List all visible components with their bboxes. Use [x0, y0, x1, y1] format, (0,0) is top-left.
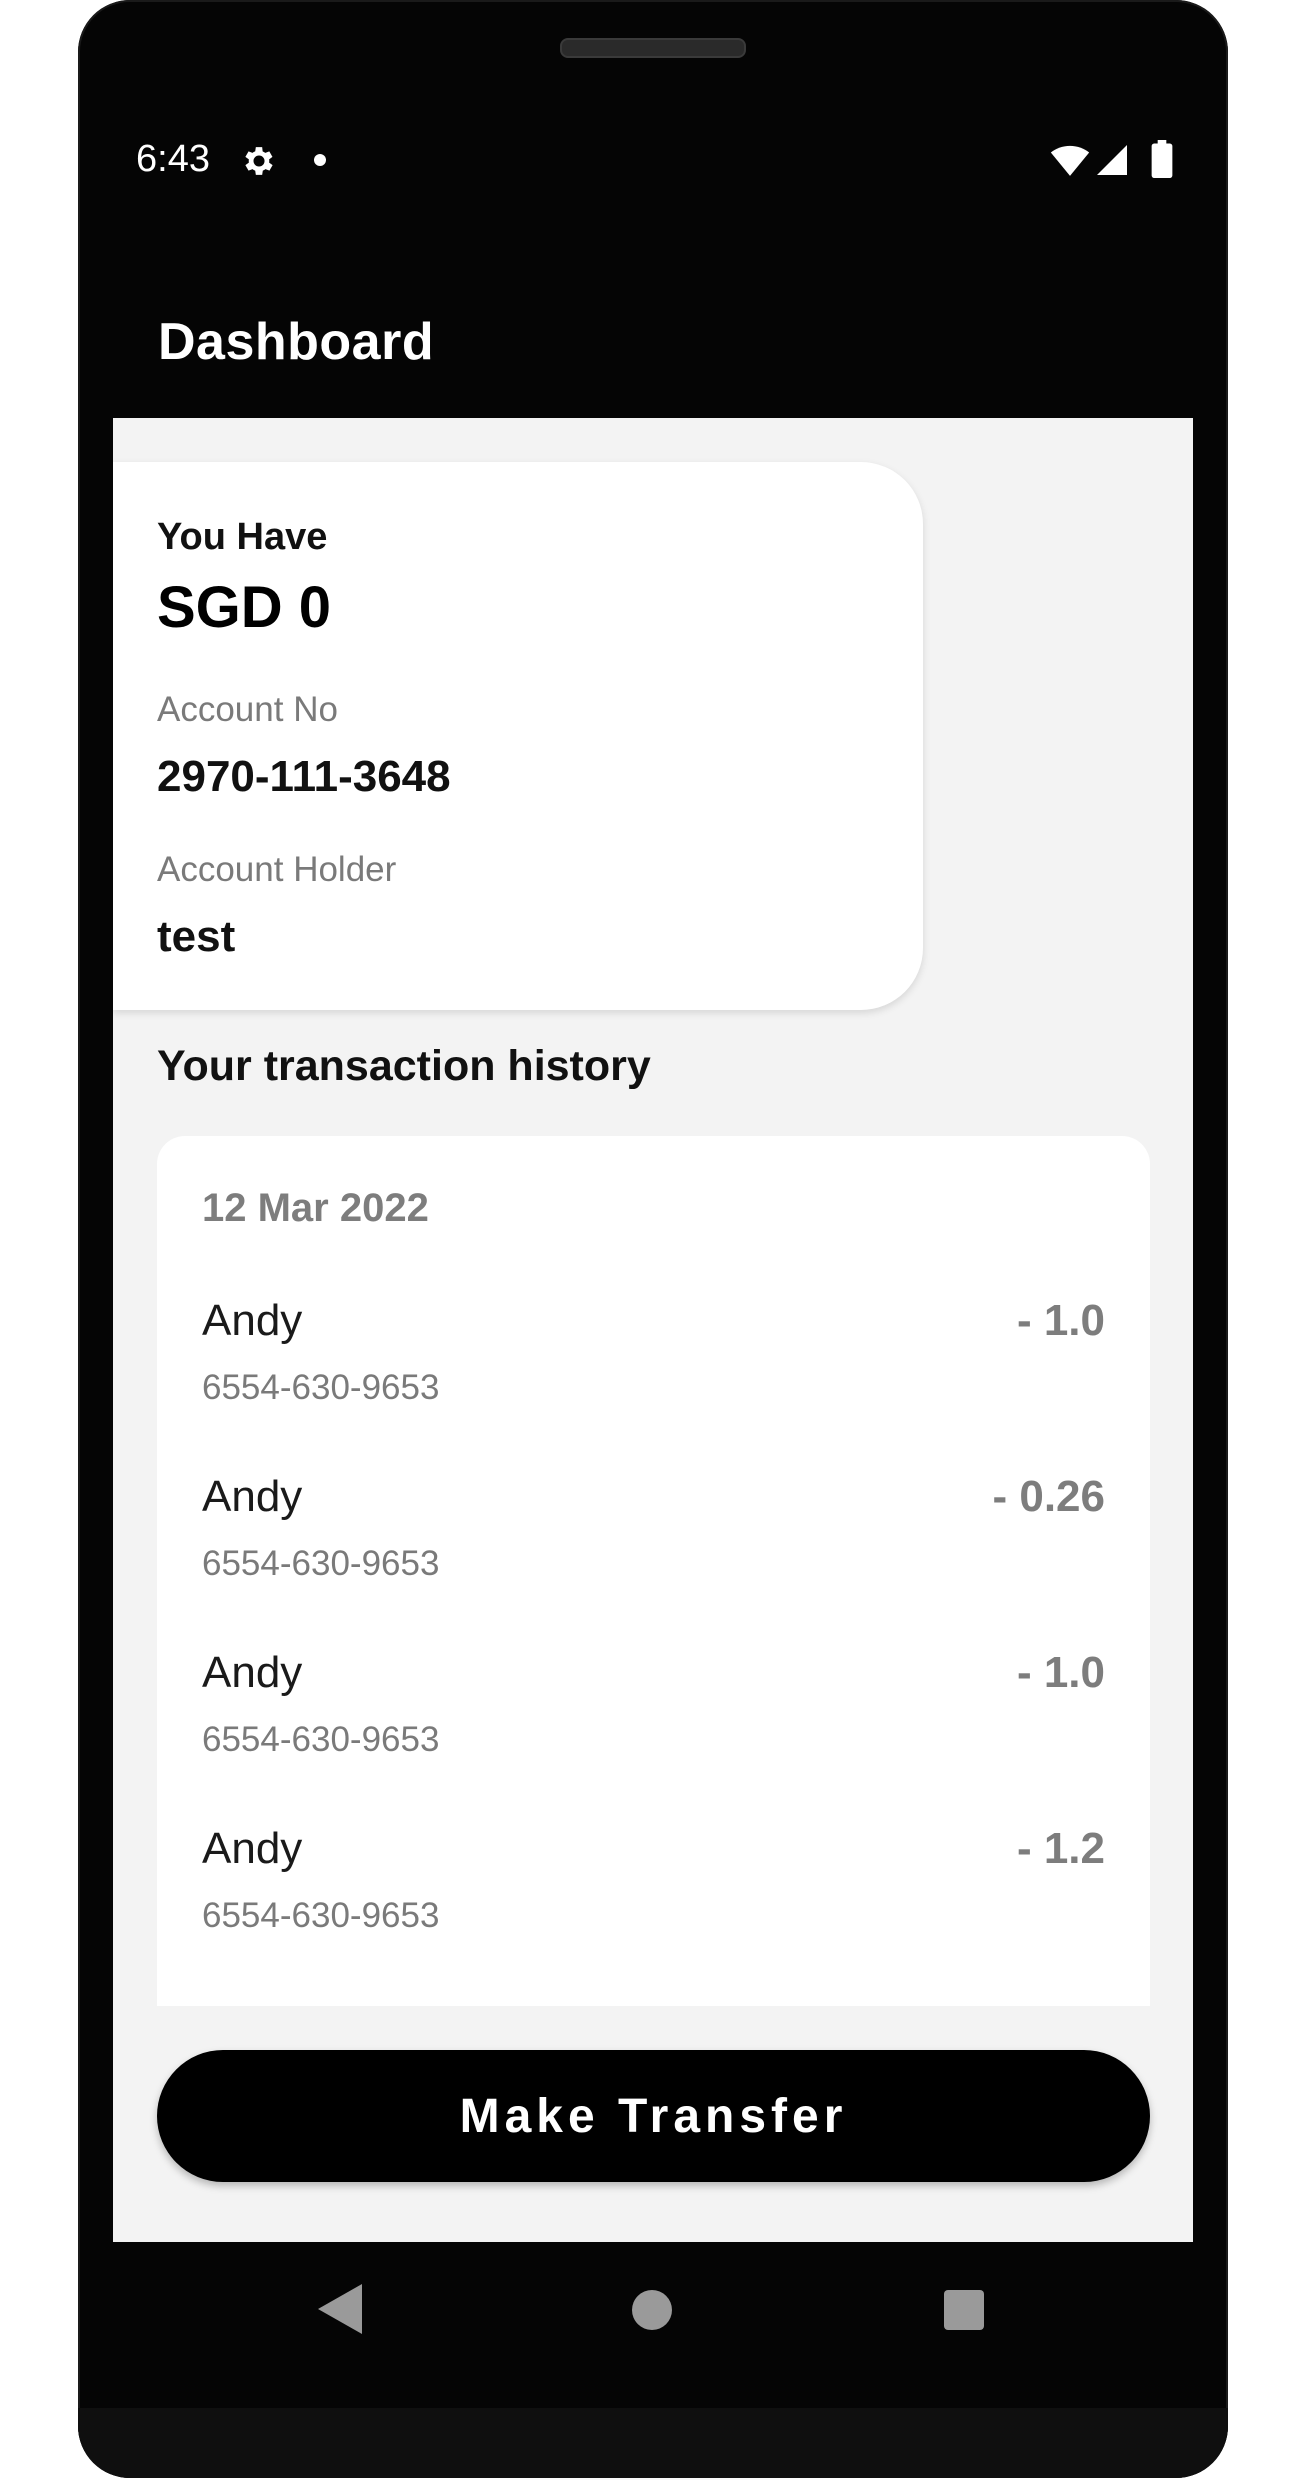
phone-frame: 6:43 Dashboard You Have SGD 0 Account No… [78, 0, 1228, 2478]
transaction-list[interactable]: 12 Mar 2022 Andy 6554-630-9653 - 1.0 And… [157, 1136, 1150, 2006]
list-item[interactable]: Andy 6554-630-9653 - 0.26 [157, 1472, 1150, 1648]
transaction-account: 6554-630-9653 [202, 1368, 440, 1407]
account-holder-value: test [157, 912, 236, 961]
transaction-account: 6554-630-9653 [202, 1544, 440, 1583]
transaction-account: 6554-630-9653 [202, 1720, 440, 1759]
account-no-value: 2970-111-3648 [157, 752, 451, 801]
balance-card: You Have SGD 0 Account No 2970-111-3648 … [113, 462, 923, 1010]
history-title: Your transaction history [157, 1042, 651, 1090]
phone-chin [78, 2408, 1228, 2478]
signal-icon [1097, 145, 1127, 175]
make-transfer-button[interactable]: Make Transfer [157, 2050, 1150, 2182]
list-item[interactable]: Andy 6554-630-9653 - 1.0 [157, 1648, 1150, 1824]
transaction-account: 6554-630-9653 [202, 1896, 440, 1935]
transaction-name: Andy [202, 1472, 303, 1521]
speaker-grille [560, 38, 746, 58]
transaction-amount: - 0.26 [992, 1472, 1105, 1521]
balance-value: SGD 0 [157, 575, 332, 640]
gear-icon [245, 147, 273, 175]
transaction-name: Andy [202, 1648, 303, 1697]
transaction-name: Andy [202, 1824, 303, 1873]
home-icon[interactable] [632, 2290, 672, 2330]
dashboard-screen: You Have SGD 0 Account No 2970-111-3648 … [113, 418, 1193, 2242]
battery-icon [1151, 140, 1173, 178]
transaction-amount: - 1.0 [1016, 1296, 1105, 1345]
back-icon[interactable] [318, 2284, 362, 2334]
history-date: 12 Mar 2022 [202, 1186, 429, 1230]
transaction-name: Andy [202, 1296, 303, 1345]
status-time: 6:43 [136, 138, 210, 180]
list-item[interactable]: Andy 6554-630-9653 - 1.0 [157, 1296, 1150, 1472]
balance-label: You Have [157, 516, 328, 558]
transaction-amount: - 1.2 [1016, 1824, 1105, 1873]
recents-icon[interactable] [944, 2290, 984, 2330]
transaction-amount: - 1.0 [1016, 1648, 1105, 1697]
wifi-icon [1050, 145, 1090, 176]
notification-dot-icon [314, 154, 326, 166]
account-no-label: Account No [157, 690, 338, 729]
page-title: Dashboard [158, 313, 435, 371]
account-holder-label: Account Holder [157, 850, 397, 889]
list-item[interactable]: Andy 6554-630-9653 - 1.2 [157, 1824, 1150, 2000]
